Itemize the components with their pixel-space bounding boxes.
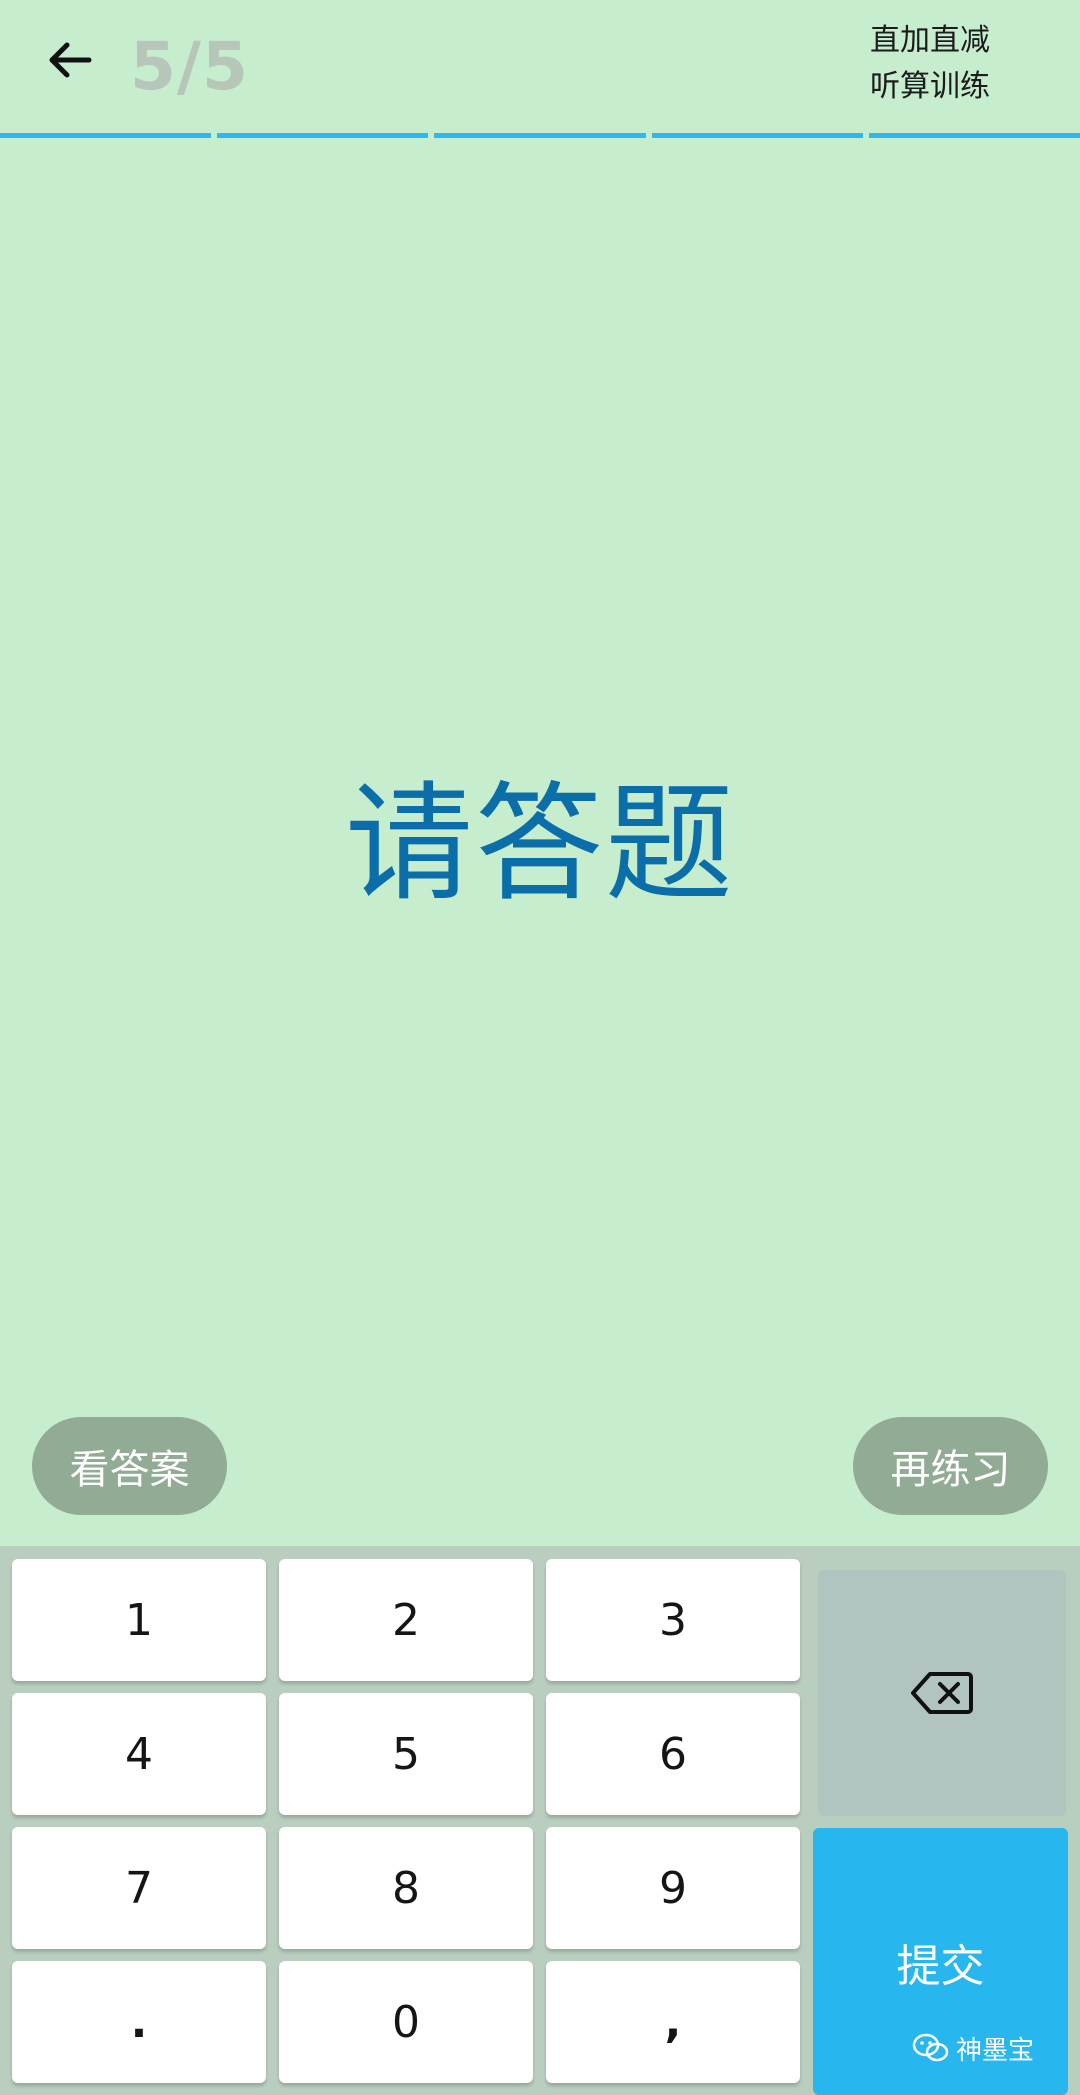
mode-title: 直加直减 听算训练	[870, 18, 1040, 110]
key-1[interactable]: 1	[12, 1559, 266, 1681]
arrow-left-icon	[49, 42, 92, 78]
key-4[interactable]: 4	[12, 1693, 266, 1815]
practice-again-button[interactable]: 再练习	[853, 1417, 1048, 1515]
delete-key[interactable]	[818, 1570, 1066, 1816]
numeric-keypad: 1 2 3 4 5 6 7 8 9 . 0 , 提交 神墨宝	[0, 1546, 1080, 2095]
progress-segment	[434, 133, 646, 138]
key-0[interactable]: 0	[279, 1961, 533, 2083]
wechat-icon	[912, 2033, 949, 2062]
key-decimal-point[interactable]: .	[12, 1961, 266, 2083]
key-5[interactable]: 5	[279, 1693, 533, 1815]
backspace-icon	[911, 1672, 973, 1714]
key-7[interactable]: 7	[12, 1827, 266, 1949]
key-8[interactable]: 8	[279, 1827, 533, 1949]
key-6[interactable]: 6	[546, 1693, 800, 1815]
mode-title-line2: 听算训练	[870, 69, 990, 104]
key-2[interactable]: 2	[279, 1559, 533, 1681]
top-bar: 5/5 直加直减 听算训练	[0, 0, 1080, 135]
watermark-text: 神墨宝	[956, 2035, 1035, 2066]
progress-counter: 5/5	[130, 28, 249, 105]
progress-segment	[0, 133, 212, 138]
show-answer-button[interactable]: 看答案	[32, 1417, 227, 1515]
watermark: 神墨宝	[912, 2028, 1034, 2068]
progress-segment	[868, 133, 1080, 138]
mode-title-line1: 直加直减	[870, 23, 990, 58]
key-comma[interactable]: ,	[546, 1961, 800, 2083]
key-3[interactable]: 3	[546, 1559, 800, 1681]
answer-prompt: 请答题	[344, 770, 735, 919]
progress-segment	[217, 133, 429, 138]
progress-segments	[0, 133, 1080, 139]
key-9[interactable]: 9	[546, 1827, 800, 1949]
back-button[interactable]	[35, 25, 105, 95]
progress-segment	[651, 133, 863, 138]
